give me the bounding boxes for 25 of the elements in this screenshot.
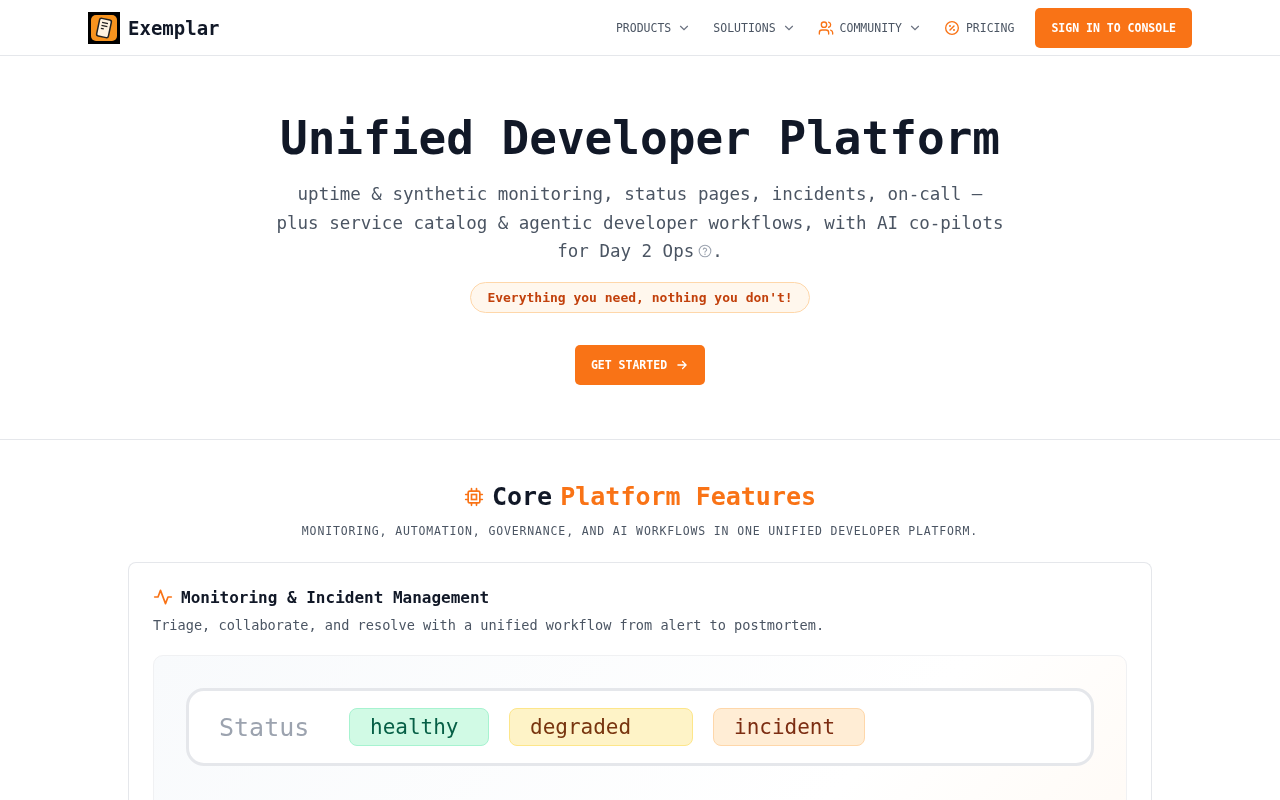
percent-badge-icon bbox=[943, 19, 960, 36]
card-title: Monitoring & Incident Management bbox=[181, 587, 490, 607]
users-icon bbox=[817, 19, 834, 36]
nav-link[interactable]: PRICING bbox=[943, 19, 1015, 36]
hero-subtitle-line: uptime & synthetic monitoring, status pages, incidents, on-call — bbox=[297, 183, 983, 206]
logo-icon[interactable] bbox=[88, 11, 120, 44]
card-description: Triage, collaborate, and resolve with a unified workflow from alert to postmortem. bbox=[153, 617, 826, 633]
brand-name: Exemplar bbox=[128, 16, 220, 39]
section-title-accent: Platform Features bbox=[560, 481, 817, 513]
chip-icon bbox=[463, 487, 484, 507]
status-pill: healthy bbox=[349, 708, 489, 746]
hero-title: Unified Developer Platform bbox=[279, 110, 1001, 167]
nav-link[interactable]: PRODUCTS bbox=[615, 20, 692, 35]
hero-subtitle-period: . bbox=[712, 240, 723, 263]
hero-subtitle-line: plus service catalog & agentic developer workflows, with AI co-pilots bbox=[276, 211, 1004, 235]
nav-link[interactable]: COMMUNITY bbox=[817, 19, 922, 36]
status-label: Status bbox=[219, 712, 311, 742]
section-subtitle: MONITORING, AUTOMATION, GOVERNANCE, AND AI WORKFLOWS IN ONE UNIFIED DEVELOPER PLATFORM. bbox=[301, 524, 979, 538]
status-pill: incident bbox=[713, 708, 865, 746]
tagline-badge: Everything you need, nothing you don't! bbox=[470, 281, 810, 313]
activity-icon bbox=[153, 587, 173, 607]
section-title: Core bbox=[491, 481, 553, 513]
status-pill: degraded bbox=[509, 708, 693, 746]
hero-subtitle-line: for Day 2 Ops bbox=[557, 240, 695, 263]
nav-link[interactable]: SOLUTIONS bbox=[713, 20, 796, 35]
